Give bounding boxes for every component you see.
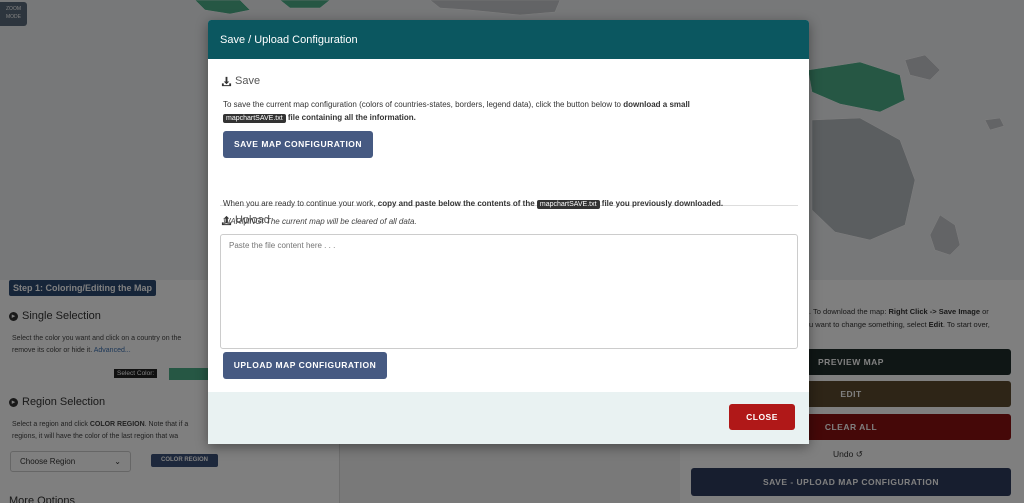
save-heading: Save (221, 75, 260, 87)
upload-desc-bold1: copy and paste below the contents of the (377, 199, 537, 208)
modal-header: Save / Upload Configuration (208, 20, 809, 59)
save-upload-modal: Save / Upload Configuration Save To save… (208, 20, 809, 444)
save-filename-badge: mapchartSAVE.txt (223, 114, 286, 123)
save-desc-prefix: To save the current map configuration (c… (223, 100, 624, 109)
file-content-textarea[interactable] (220, 234, 798, 349)
upload-description-line: When you are ready to continue your work… (223, 198, 723, 210)
save-map-configuration-button[interactable]: SAVE MAP CONFIGURATION (223, 131, 373, 158)
save-heading-text: Save (235, 75, 261, 87)
upload-warning: WARNING! The current map will be cleared… (223, 217, 417, 226)
upload-desc-prefix: When you are ready to continue your work… (223, 199, 378, 208)
upload-desc-bold2: file you previously downloaded. (599, 199, 724, 208)
save-desc-line2-bold: file containing all the information. (285, 113, 416, 122)
upload-filename-badge: mapchartSAVE.txt (536, 200, 600, 209)
modal-footer: CLOSE (208, 392, 809, 444)
save-description-line2: mapchartSAVE.txt file containing all the… (223, 112, 416, 124)
save-description-line1: To save the current map configuration (c… (223, 99, 690, 110)
modal-title: Save / Upload Configuration (220, 34, 358, 46)
save-desc-bold: download a small (623, 100, 690, 109)
close-button[interactable]: CLOSE (729, 404, 795, 430)
upload-map-configuration-button[interactable]: UPLOAD MAP CONFIGURATION (223, 352, 387, 379)
download-icon (221, 76, 232, 87)
